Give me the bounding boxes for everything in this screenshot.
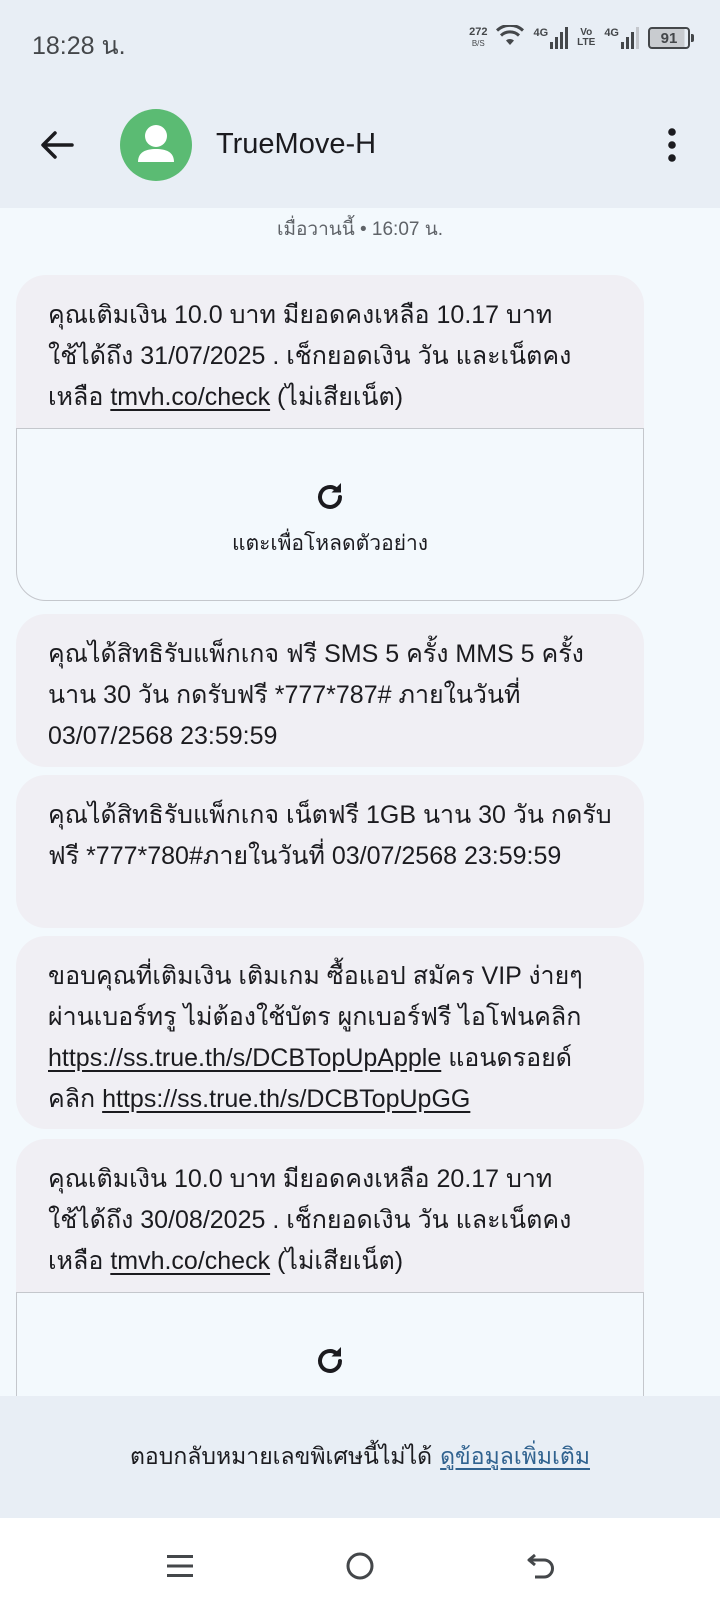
status-bar: 18:28 น. 272 B/S 4G Vo LTE 4G 91	[0, 0, 720, 82]
net-speed-indicator: 272 B/S	[469, 27, 487, 49]
person-icon	[138, 125, 174, 162]
message-bubble[interactable]: คุณเติมเงิน 10.0 บาท มียอดคงเหลือ 10.17 …	[16, 275, 644, 601]
message-link[interactable]: https://ss.true.th/s/DCBTopUpGG	[102, 1085, 470, 1113]
message-bubble[interactable]: คุณได้สิทธิรับแพ็กเกจ เน็ตฟรี 1GB นาน 30…	[16, 775, 644, 928]
sim2-network-type: 4G	[604, 27, 619, 39]
back-arrow-icon[interactable]	[32, 120, 82, 170]
recent-apps-icon[interactable]	[158, 1544, 202, 1588]
system-navigation-bar	[0, 1518, 720, 1612]
more-vert-icon[interactable]	[662, 122, 682, 168]
refresh-icon	[318, 1347, 342, 1373]
message-thread[interactable]: เมื่อวานนี้ • 16:07 น. คุณเติมเงิน 10.0 …	[0, 208, 720, 1396]
learn-more-link[interactable]: ดูข้อมูลเพิ่มเติม	[440, 1439, 590, 1475]
thread-timestamp: เมื่อวานนี้ • 16:07 น.	[276, 219, 444, 240]
net-speed-value: 272	[469, 26, 488, 38]
refresh-icon	[318, 483, 342, 509]
message-bubble[interactable]: คุณเติมเงิน 10.0 บาท มียอดคงเหลือ 20.17 …	[16, 1139, 644, 1396]
back-icon[interactable]	[518, 1544, 562, 1588]
message-text: ขอบคุณที่เติมเงิน เติมเกม ซื้อแอป สมัคร …	[48, 962, 583, 1031]
link-preview[interactable]	[16, 1292, 644, 1396]
message-link[interactable]: tmvh.co/check	[110, 383, 270, 411]
battery-level: 91	[660, 29, 678, 47]
message-link[interactable]: tmvh.co/check	[110, 1247, 270, 1275]
volte-bottom: LTE	[577, 37, 596, 48]
preview-label: แตะเพื่อโหลดตัวอย่าง	[231, 532, 429, 555]
volte-icon: Vo LTE	[577, 28, 595, 48]
status-time: 18:28 น.	[32, 32, 126, 60]
message-text: (ไม่เสียเน็ต)	[270, 383, 404, 411]
contact-name[interactable]: TrueMove-H	[216, 128, 376, 161]
wifi-icon	[496, 23, 525, 52]
status-icons: 272 B/S 4G Vo LTE 4G 91	[469, 22, 694, 54]
message-text: คุณได้สิทธิรับแพ็กเกจ ฟรี SMS 5 ครั้ง MM…	[48, 640, 584, 750]
net-speed-unit: B/S	[471, 39, 485, 48]
signal-sim1-icon: 4G	[533, 27, 569, 49]
message-text: คุณได้สิทธิรับแพ็กเกจ เน็ตฟรี 1GB นาน 30…	[48, 801, 612, 870]
conversation-header: TrueMove-H	[0, 82, 720, 208]
battery-icon: 91	[648, 27, 694, 49]
link-preview[interactable]: แตะเพื่อโหลดตัวอย่าง	[16, 428, 644, 601]
signal-sim2-icon: 4G	[604, 27, 639, 49]
sim1-network-type: 4G	[533, 27, 549, 39]
message-text: (ไม่เสียเน็ต)	[270, 1247, 404, 1275]
home-icon[interactable]	[338, 1544, 382, 1588]
notice-text: ตอบกลับหมายเลขพิเศษนี้ไม่ได้	[130, 1443, 433, 1469]
message-bubble[interactable]: ขอบคุณที่เติมเงิน เติมเกม ซื้อแอป สมัคร …	[16, 936, 644, 1129]
reply-disabled-notice: ตอบกลับหมายเลขพิเศษนี้ไม่ได้ ดูข้อมูลเพิ…	[0, 1396, 720, 1518]
message-link[interactable]: https://ss.true.th/s/DCBTopUpApple	[48, 1044, 441, 1072]
message-bubble[interactable]: คุณได้สิทธิรับแพ็กเกจ ฟรี SMS 5 ครั้ง MM…	[16, 614, 644, 767]
contact-avatar[interactable]	[120, 109, 192, 181]
